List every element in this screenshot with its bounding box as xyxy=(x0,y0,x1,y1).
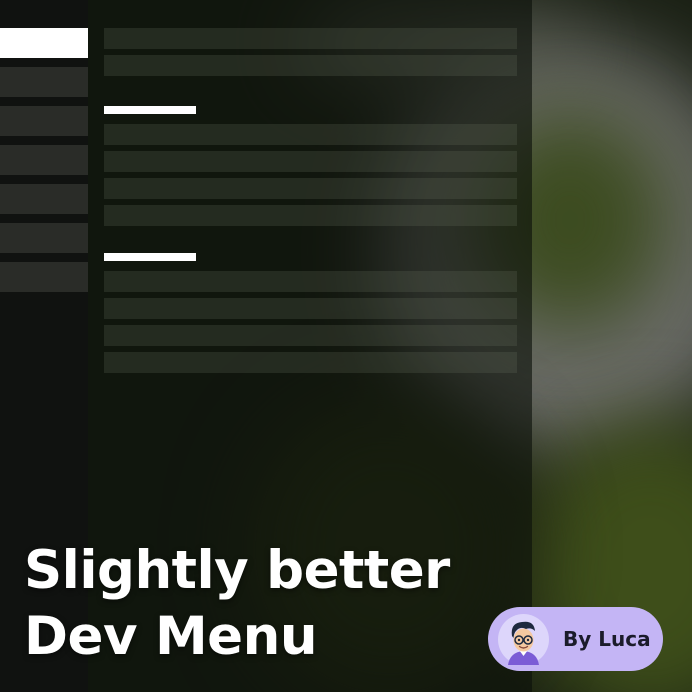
menu-option-row[interactable] xyxy=(104,325,517,346)
menu-option-row[interactable] xyxy=(104,178,517,199)
category-item[interactable] xyxy=(0,184,88,214)
author-label: By Luca xyxy=(563,627,651,651)
category-item[interactable] xyxy=(0,145,88,175)
menu-option-row[interactable] xyxy=(104,124,517,145)
menu-option-row[interactable] xyxy=(104,55,517,76)
menu-option-row[interactable] xyxy=(104,352,517,373)
category-item[interactable] xyxy=(0,223,88,253)
menu-option-row[interactable] xyxy=(104,271,517,292)
cartoon-avatar-icon xyxy=(498,613,549,665)
menu-option-row[interactable] xyxy=(104,205,517,226)
video-title: Slightly better Dev Menu xyxy=(24,538,450,670)
category-item[interactable] xyxy=(0,106,88,136)
title-line-2: Dev Menu xyxy=(24,606,318,667)
section-header-bar xyxy=(104,106,196,114)
author-badge: By Luca xyxy=(488,607,663,671)
category-item[interactable] xyxy=(0,67,88,97)
section-header-bar xyxy=(104,253,196,261)
category-item-active[interactable] xyxy=(0,28,88,58)
menu-option-row[interactable] xyxy=(104,151,517,172)
menu-option-row[interactable] xyxy=(104,298,517,319)
menu-option-row[interactable] xyxy=(104,28,517,49)
title-line-1: Slightly better xyxy=(24,540,450,601)
category-item[interactable] xyxy=(0,262,88,292)
